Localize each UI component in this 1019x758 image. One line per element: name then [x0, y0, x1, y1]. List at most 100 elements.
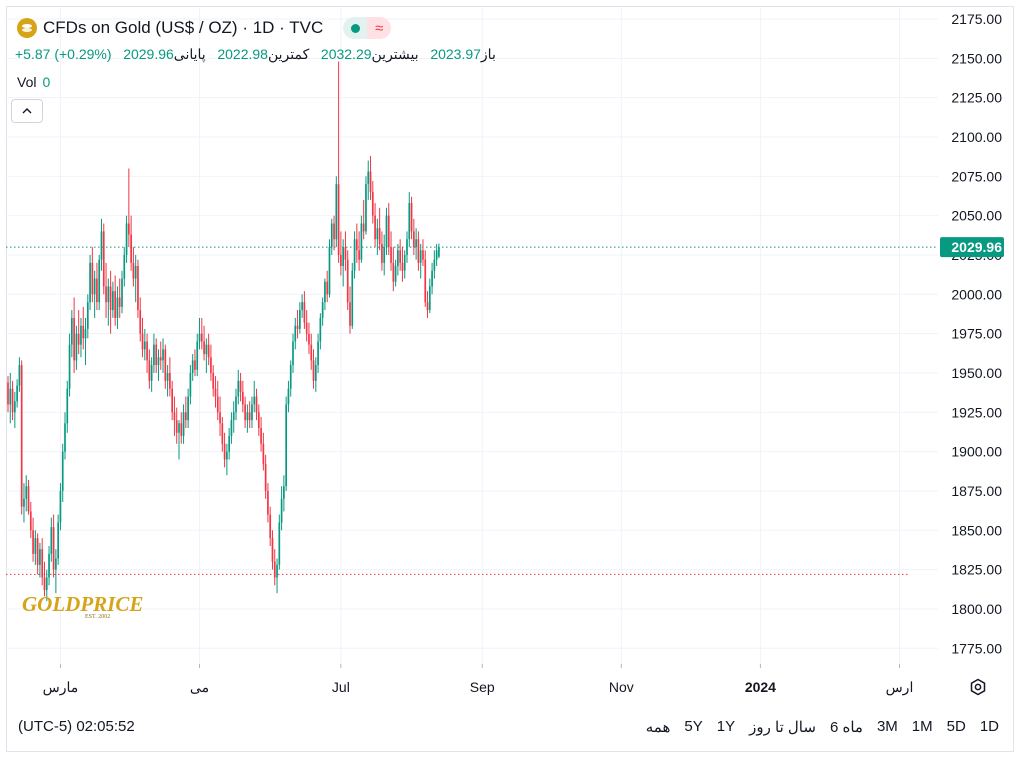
- range-button[interactable]: 1Y: [717, 718, 735, 736]
- candle: [7, 376, 9, 413]
- candle-body: [314, 365, 317, 381]
- candle: [342, 239, 345, 287]
- candle-body: [303, 302, 306, 323]
- candle: [23, 483, 25, 523]
- candle: [241, 380, 244, 413]
- candle-body: [45, 577, 48, 591]
- candle: [246, 404, 249, 433]
- symbol-title[interactable]: CFDs on Gold (US$ / OZ) · 1D · TVC: [43, 18, 323, 38]
- candle: [426, 291, 429, 318]
- candle-body: [438, 247, 440, 257]
- candle-body: [360, 223, 363, 260]
- candle: [214, 376, 217, 408]
- candle-body: [91, 262, 94, 295]
- candle: [68, 333, 71, 397]
- market-status-pill[interactable]: ≈: [343, 17, 392, 39]
- range-button[interactable]: سال تا روز: [749, 718, 816, 736]
- candle-body: [333, 223, 335, 240]
- candle-body: [86, 302, 89, 329]
- last-price-label: 2029.96: [940, 237, 1004, 258]
- candle-body: [285, 404, 288, 487]
- candle: [428, 278, 431, 314]
- range-button[interactable]: 1M: [912, 718, 933, 736]
- candle-body: [68, 344, 71, 389]
- price-chart[interactable]: 1775.00 1800.00 1825.00 1850.00 1875.00 1900.…: [0, 0, 1019, 700]
- candle-body: [251, 404, 253, 421]
- candle: [351, 262, 354, 329]
- range-button[interactable]: 1D: [980, 718, 999, 736]
- candle: [257, 404, 260, 436]
- collapse-legend-button[interactable]: [11, 99, 43, 123]
- candle: [84, 317, 87, 366]
- candle-body: [257, 412, 260, 429]
- candle-body: [184, 412, 187, 421]
- candle-body: [57, 522, 60, 559]
- candle: [298, 302, 301, 334]
- candle: [289, 360, 292, 397]
- candle: [387, 203, 390, 255]
- candle: [200, 317, 203, 350]
- range-button[interactable]: 3M: [877, 718, 898, 736]
- candle: [196, 333, 199, 377]
- y-tick-label: 1850.00: [951, 522, 1002, 538]
- close-label: پایانی: [173, 46, 206, 62]
- candle-body: [276, 564, 278, 578]
- candle: [80, 317, 82, 358]
- candle: [59, 483, 62, 531]
- candle: [248, 401, 251, 429]
- candle: [155, 338, 158, 373]
- candle: [301, 294, 303, 318]
- candle-body: [298, 310, 301, 329]
- candle-body: [212, 372, 215, 389]
- candle-body: [102, 231, 105, 287]
- scale-settings-icon[interactable]: [969, 678, 987, 696]
- candle-body: [317, 341, 319, 366]
- open-value: 2023.97: [430, 46, 481, 62]
- candle-body: [335, 184, 338, 240]
- candle-body: [159, 357, 162, 361]
- candle: [203, 325, 205, 361]
- candle-body: [200, 333, 203, 342]
- candle: [169, 357, 171, 397]
- x-tick-label: Jul: [332, 679, 350, 695]
- candle: [358, 231, 360, 271]
- range-button[interactable]: 5Y: [684, 718, 702, 736]
- candle: [25, 475, 28, 512]
- candle: [130, 215, 132, 271]
- candle-body: [118, 297, 121, 307]
- candle-body: [228, 435, 231, 452]
- candle-body: [353, 239, 356, 271]
- candle: [175, 407, 178, 444]
- candle: [89, 254, 91, 311]
- range-button[interactable]: 5D: [947, 718, 966, 736]
- candle: [367, 160, 370, 200]
- candle: [116, 286, 119, 329]
- range-selector: همه 5Y 1Y سال تا روز 6 ماه 3M 1M 5D 1D: [632, 718, 999, 736]
- candle-body: [70, 317, 73, 345]
- candle: [253, 380, 256, 413]
- candle-body: [296, 325, 299, 329]
- range-button[interactable]: همه: [646, 718, 671, 736]
- candle: [50, 517, 53, 562]
- range-button[interactable]: 6 ماه: [830, 718, 863, 736]
- x-tick-label: 2024: [745, 679, 776, 695]
- candle-body: [280, 498, 283, 523]
- candle-body: [216, 396, 219, 413]
- candle: [216, 380, 219, 421]
- x-tick-label: Sep: [470, 679, 495, 695]
- candle-body: [337, 184, 340, 255]
- logo-text: GOLDPRICE: [22, 592, 144, 616]
- candle-body: [401, 262, 404, 271]
- candle-body: [134, 265, 137, 279]
- timezone-clock[interactable]: (UTC-5) 02:05:52: [18, 718, 135, 735]
- candle-body: [248, 412, 251, 421]
- ohlc-legend: باز2023.97 بیشترین2032.29 کمترین2022.98 …: [15, 46, 496, 63]
- candle-body: [328, 247, 331, 295]
- candle: [226, 443, 228, 476]
- candle-body: [351, 270, 354, 326]
- y-tick-label: 2150.00: [951, 50, 1002, 66]
- candle-body: [29, 511, 32, 531]
- candle: [105, 262, 107, 318]
- candle: [57, 514, 60, 565]
- candle: [314, 357, 317, 392]
